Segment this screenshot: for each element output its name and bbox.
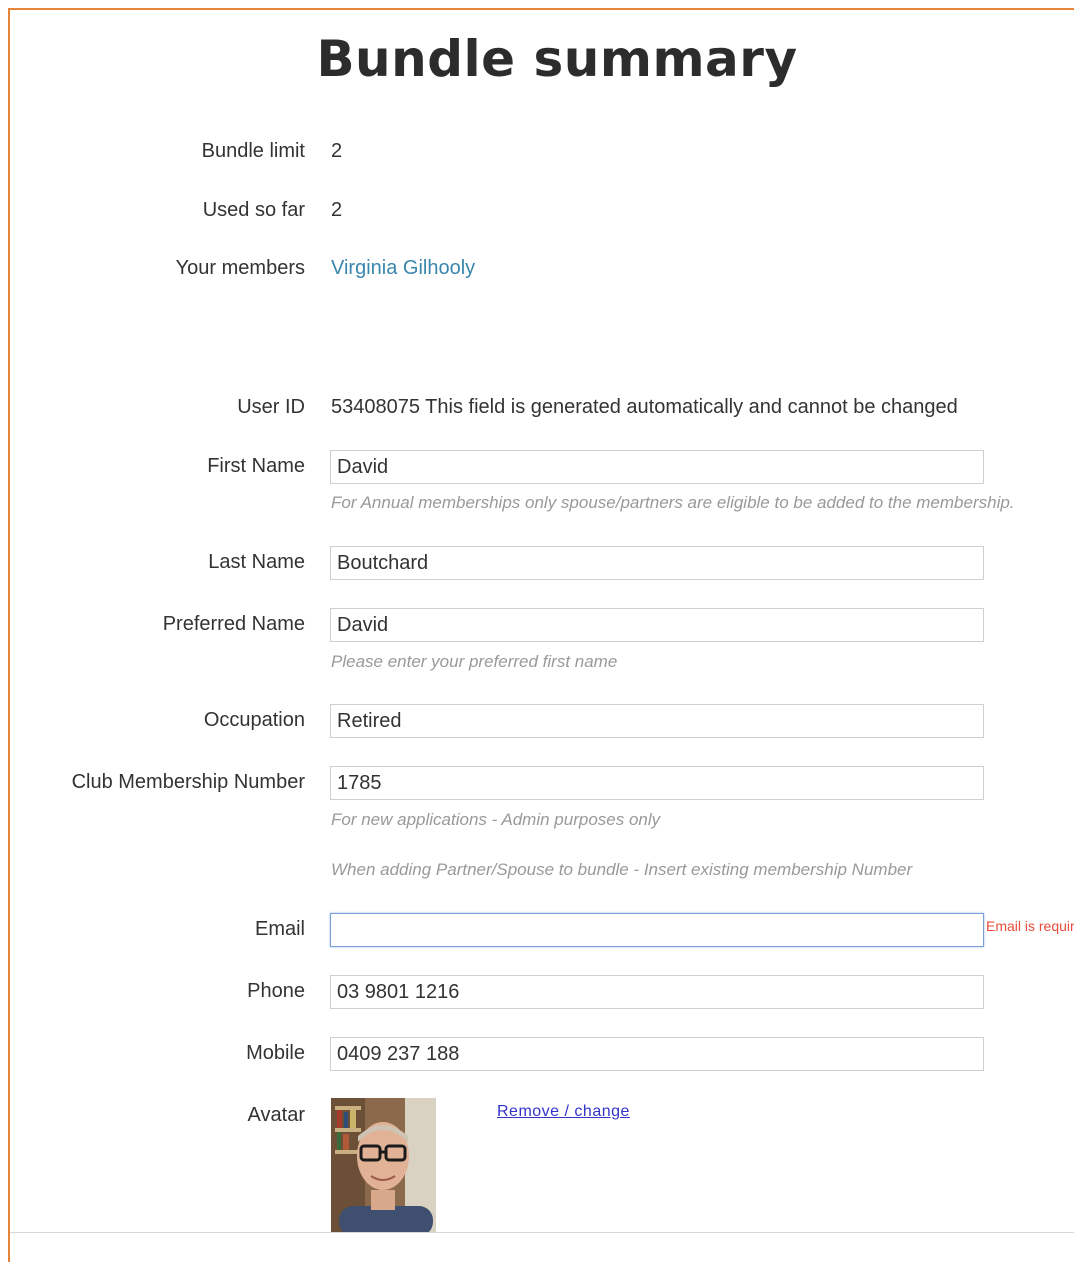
used-so-far-label: Used so far [202, 199, 305, 221]
occupation-label: Occupation [203, 709, 305, 731]
user-id-label: User ID [237, 396, 305, 418]
first-name-help: For Annual memberships only spouse/partn… [331, 493, 1015, 512]
your-members-label: Your members [175, 257, 305, 279]
club-number-help-partner: When adding Partner/Spouse to bundle - I… [331, 860, 913, 879]
bundle-limit-value: 2 [331, 140, 343, 162]
avatar-remove-change-link[interactable]: Remove / change [497, 1103, 630, 1121]
first-name-label: First Name [207, 455, 305, 477]
member-link[interactable]: Virginia Gilhooly [331, 257, 475, 280]
preferred-name-label: Preferred Name [162, 613, 305, 635]
avatar-image [331, 1098, 436, 1232]
email-error-message: Email is required [986, 918, 1074, 934]
mobile-label: Mobile [246, 1042, 305, 1064]
first-name-input[interactable] [330, 450, 984, 484]
page-title: Bundle summary [316, 30, 798, 88]
user-id-value: 53408075 This field is generated automat… [331, 396, 958, 418]
phone-label: Phone [247, 980, 305, 1002]
club-number-input[interactable] [330, 766, 984, 800]
bundle-limit-label: Bundle limit [201, 140, 305, 162]
email-input[interactable] [330, 913, 984, 947]
last-name-label: Last Name [208, 551, 305, 573]
used-so-far-value: 2 [331, 199, 343, 221]
occupation-input[interactable] [330, 704, 984, 738]
club-number-help-admin: For new applications - Admin purposes on… [331, 810, 661, 829]
last-name-input[interactable] [330, 546, 984, 580]
avatar-label: Avatar [247, 1104, 305, 1126]
frame-top-border [8, 8, 1074, 10]
frame-bottom-divider [10, 1232, 1074, 1233]
phone-input[interactable] [330, 975, 984, 1009]
frame-left-border [8, 8, 10, 1262]
email-label: Email [254, 918, 305, 940]
preferred-name-input[interactable] [330, 608, 984, 642]
club-number-label: Club Membership Number [71, 771, 305, 793]
mobile-input[interactable] [330, 1037, 984, 1071]
preferred-name-help: Please enter your preferred first name [331, 652, 618, 671]
